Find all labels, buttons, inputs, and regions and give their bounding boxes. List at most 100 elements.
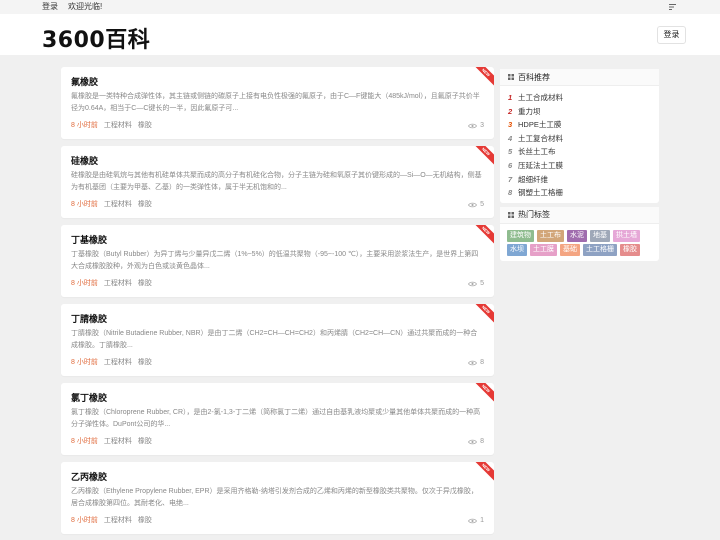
article-time: 8 小时前	[71, 359, 98, 366]
article-meta: 8 小时前 工程材料 橡胶	[71, 200, 152, 209]
article-category[interactable]: 工程材料	[104, 121, 132, 130]
welcome-text: 欢迎光临!	[68, 2, 103, 11]
article-card[interactable]: NEW 硅橡胶硅橡胶是由硅氧烷与其他有机硅单体共聚而成的高分子有机硅化合物，分子主…	[61, 146, 494, 218]
article-views: 8	[468, 437, 484, 446]
rank-number: 5	[508, 147, 513, 157]
tag-chip[interactable]: 基础	[560, 243, 580, 256]
new-badge: NEW	[473, 225, 494, 246]
grid-icon	[508, 211, 514, 218]
recommend-item[interactable]: 4 土工复合材料	[508, 132, 651, 146]
article-title[interactable]: 氯丁橡胶	[71, 392, 484, 404]
article-title[interactable]: 丁腈橡胶	[71, 313, 484, 325]
tag-chip[interactable]: 土工膜	[530, 243, 557, 256]
article-view-count: 5	[480, 201, 484, 208]
rank-number: 1	[508, 93, 513, 102]
article-view-count: 8	[480, 359, 484, 366]
article-category[interactable]: 工程材料	[104, 279, 132, 288]
article-category[interactable]: 工程材料	[104, 437, 132, 446]
new-badge: NEW	[473, 383, 494, 404]
tag-chip[interactable]: 水坝	[507, 243, 527, 256]
rank-number: 3	[508, 120, 513, 130]
recommend-label[interactable]: 土工合成材料	[518, 91, 563, 105]
article-excerpt: 丁腈橡胶（Nitrile Butadiene Rubber, NBR）是由丁二烯…	[71, 330, 478, 349]
article-title[interactable]: 乙丙橡胶	[71, 471, 484, 483]
tags-widget: 热门标签 建筑物 土工布 水泥 地基 拱土墙水坝 土工膜 基础 土工格栅 橡胶	[500, 206, 659, 261]
article-excerpt: 丁基橡胶（Butyl Rubber）为异丁烯与少量异戊二烯（1%~5%）的低温共…	[71, 251, 479, 270]
article-title[interactable]: 丁基橡胶	[71, 234, 484, 246]
new-badge-label: NEW	[473, 304, 494, 325]
article-tag[interactable]: 橡胶	[138, 200, 152, 209]
article-card[interactable]: NEW 乙丙橡胶乙丙橡胶（Ethylene Propylene Rubber, E…	[61, 462, 494, 534]
article-title[interactable]: 氟橡胶	[71, 76, 484, 88]
eye-icon	[468, 360, 478, 365]
tag-chip[interactable]: 橡胶	[620, 243, 640, 256]
recommend-label[interactable]: 超细纤维	[518, 173, 548, 187]
article-meta: 8 小时前 工程材料 橡胶	[71, 437, 152, 446]
article-category[interactable]: 工程材料	[104, 358, 132, 367]
recommend-item[interactable]: 6 压延法土工膜	[508, 159, 651, 173]
tag-chip[interactable]: 土工布	[537, 229, 564, 242]
article-excerpt: 硅橡胶是由硅氧烷与其他有机硅单体共聚而成的高分子有机硅化合物，分子主链为硅和氧原…	[71, 172, 482, 191]
login-button[interactable]: 登录	[657, 26, 686, 44]
article-meta: 8 小时前 工程材料 橡胶	[71, 121, 152, 130]
tag-cloud: 建筑物 土工布 水泥 地基 拱土墙水坝 土工膜 基础 土工格栅 橡胶	[500, 224, 659, 261]
eye-icon	[468, 439, 478, 444]
tag-chip[interactable]: 水泥	[567, 229, 587, 242]
recommend-title: 百科推荐	[518, 72, 550, 82]
article-tag[interactable]: 橡胶	[138, 279, 152, 288]
tags-title: 热门标签	[518, 210, 550, 220]
new-badge: NEW	[473, 462, 494, 483]
tag-chip[interactable]: 土工格栅	[583, 243, 617, 256]
recommend-label[interactable]: 长丝土工布	[518, 145, 556, 159]
article-meta: 8 小时前 工程材料 橡胶	[71, 516, 152, 525]
article-tag[interactable]: 橡胶	[138, 121, 152, 130]
recommend-item[interactable]: 2 重力坝	[508, 105, 651, 119]
article-time: 8 小时前	[71, 517, 98, 524]
rank-number: 6	[508, 160, 513, 170]
recommend-item[interactable]: 8 钢塑土工格栅	[508, 186, 651, 200]
tags-header: 热门标签	[500, 206, 659, 224]
recommend-label[interactable]: 压延法土工膜	[518, 159, 563, 173]
recommend-item[interactable]: 5 长丝土工布	[508, 145, 651, 159]
site-header: 3600百科 登录	[0, 14, 720, 55]
eye-icon	[468, 202, 478, 207]
new-badge-label: NEW	[473, 146, 494, 167]
article-view-count: 8	[480, 438, 484, 445]
new-badge: NEW	[473, 146, 494, 167]
article-tag[interactable]: 橡胶	[138, 437, 152, 446]
recommend-item[interactable]: 3 HDPE土工膜	[508, 118, 651, 132]
article-card[interactable]: NEW 丁基橡胶丁基橡胶（Butyl Rubber）为异丁烯与少量异戊二烯（1%~…	[61, 225, 494, 297]
recommend-label[interactable]: 重力坝	[518, 105, 541, 119]
rank-number: 2	[508, 106, 513, 116]
recommend-label[interactable]: 土工复合材料	[518, 132, 563, 146]
new-badge: NEW	[473, 304, 494, 325]
tag-chip[interactable]: 拱土墙	[613, 229, 640, 242]
article-excerpt: 乙丙橡胶（Ethylene Propylene Rubber, EPR）是采用齐…	[71, 488, 478, 507]
grid-icon	[508, 74, 514, 80]
article-views: 3	[468, 121, 484, 130]
recommend-header: 百科推荐	[500, 69, 659, 86]
article-tag[interactable]: 橡胶	[138, 358, 152, 367]
article-excerpt: 氯丁橡胶（Chloroprene Rubber, CR），是由2-氯-1,3-丁…	[71, 409, 481, 428]
article-view-count: 5	[480, 280, 484, 287]
article-time: 8 小时前	[71, 280, 98, 287]
article-tag[interactable]: 橡胶	[138, 516, 152, 525]
new-badge: NEW	[473, 67, 494, 88]
recommend-item[interactable]: 7 超细纤维	[508, 173, 651, 187]
tag-chip[interactable]: 建筑物	[507, 229, 534, 242]
recommend-label[interactable]: HDPE土工膜	[518, 118, 561, 132]
article-excerpt: 氟橡胶是一类特种合成弹性体，其主链或侧链的碳原子上接有电负性极强的氟原子，由于C…	[71, 93, 480, 112]
article-card[interactable]: NEW 氯丁橡胶氯丁橡胶（Chloroprene Rubber, CR），是由2-…	[61, 383, 494, 455]
article-list: NEW 氟橡胶 氟橡胶是一类特种合成弹性体，其主链或侧链的碳原子上接有电负性极强的氟…	[61, 67, 494, 540]
article-card[interactable]: NEW 氟橡胶氟橡胶是一类特种合成弹性体，其主链或侧链的碳原子上接有电负性极强的氟…	[61, 67, 494, 139]
site-title[interactable]: 3600百科	[42, 22, 150, 54]
article-title[interactable]: 硅橡胶	[71, 155, 484, 167]
article-category[interactable]: 工程材料	[104, 516, 132, 525]
menu-icon[interactable]	[669, 3, 678, 11]
article-category[interactable]: 工程材料	[104, 200, 132, 209]
article-card[interactable]: NEW 丁腈橡胶丁腈橡胶（Nitrile Butadiene Rubber, NB…	[61, 304, 494, 376]
top-login-link[interactable]: 登录	[42, 0, 58, 14]
tag-chip[interactable]: 地基	[590, 229, 610, 242]
recommend-label[interactable]: 钢塑土工格栅	[518, 186, 563, 200]
recommend-item[interactable]: 1 土工合成材料	[508, 91, 651, 105]
